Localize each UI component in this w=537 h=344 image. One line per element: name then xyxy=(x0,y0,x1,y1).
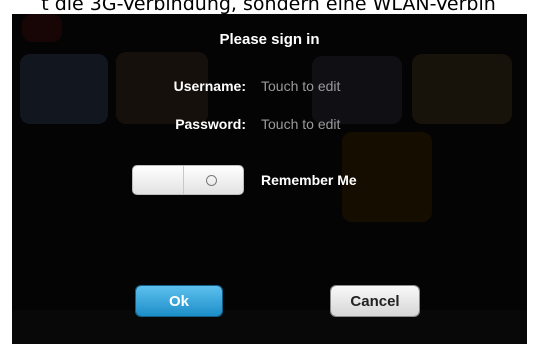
username-label: Username: xyxy=(173,78,246,94)
password-field[interactable]: Touch to edit xyxy=(261,116,340,132)
cancel-button[interactable]: Cancel xyxy=(331,286,419,316)
remember-me-toggle[interactable] xyxy=(132,165,244,195)
username-field[interactable]: Touch to edit xyxy=(261,78,340,94)
toggle-off-icon xyxy=(206,175,217,186)
password-label: Password: xyxy=(175,116,246,132)
sign-in-dialog: Please sign in Username: Touch to edit P… xyxy=(12,14,527,344)
article-caption-text: t die 3G-Verbindung, sondern eine WLAN-V… xyxy=(41,0,496,14)
toggle-divider xyxy=(183,166,184,194)
app-screen: Please sign in Username: Touch to edit P… xyxy=(12,14,527,344)
remember-me-label: Remember Me xyxy=(261,172,357,188)
ok-button[interactable]: Ok xyxy=(136,286,222,316)
dialog-title: Please sign in xyxy=(219,31,320,48)
